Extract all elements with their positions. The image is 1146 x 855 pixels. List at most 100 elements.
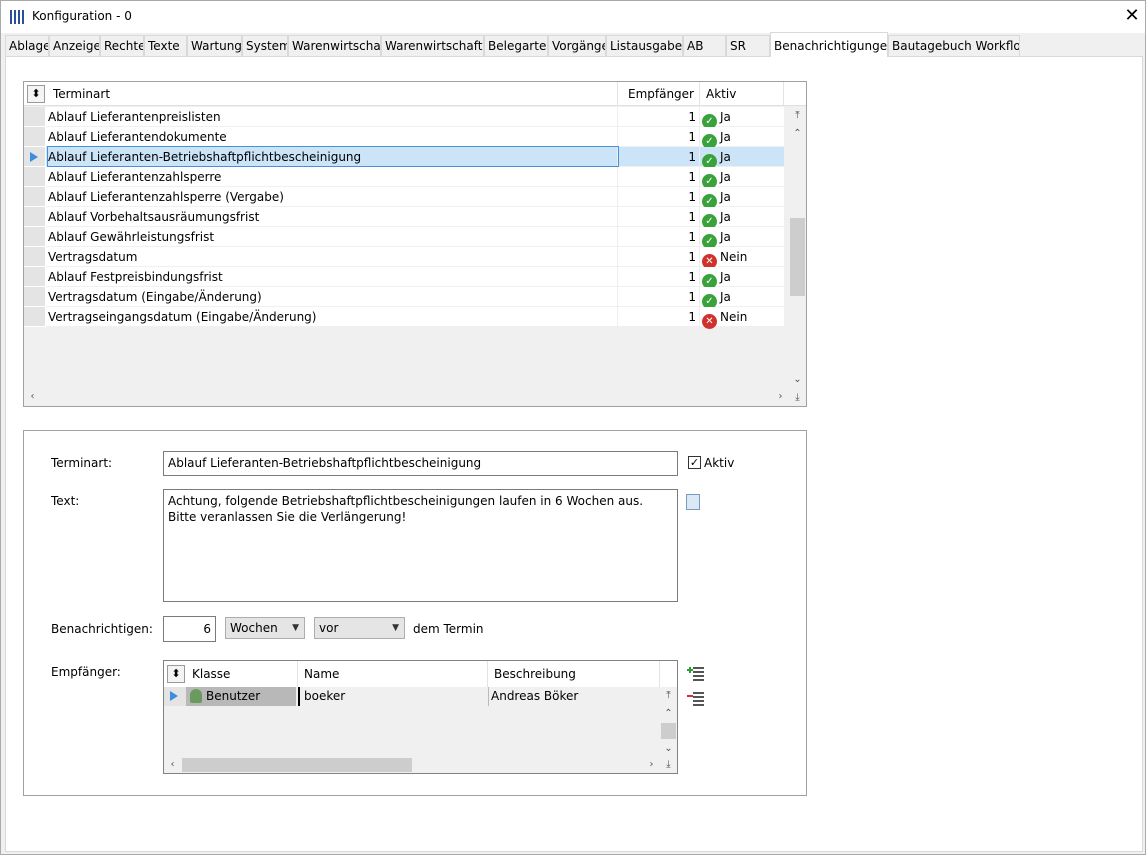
table-row[interactable]: Ablauf Lieferantenzahlsperre 1 ✓ Ja [24, 167, 784, 189]
col-beschreibung[interactable]: Beschreibung [488, 661, 660, 687]
row-name: Ablauf Lieferantenzahlsperre [46, 167, 618, 187]
row-name: Vertragseingangsdatum (Eingabe/Änderung) [46, 307, 618, 327]
tab-warenwirtschaft-2[interactable]: Warenwirtschaft 2 [381, 35, 484, 57]
col-klasse[interactable]: Klasse [186, 661, 298, 687]
row-selector[interactable] [24, 127, 46, 147]
tab-wartung[interactable]: Wartung [187, 35, 242, 57]
scroll-bottom-icon[interactable]: ⤓ [789, 390, 806, 406]
row-name: Ablauf Lieferantenpreislisten [46, 107, 618, 127]
table-row[interactable]: Ablauf Festpreisbindungsfrist 1 ✓ Ja [24, 267, 784, 289]
window-title: Konfiguration - 0 [32, 9, 132, 23]
text-label: Text: [51, 494, 80, 508]
terminart-input[interactable]: Ablauf Lieferanten-Betriebshaftpflichtbe… [163, 451, 678, 476]
tab-ablage[interactable]: Ablage [5, 35, 49, 57]
row-selector[interactable] [24, 107, 46, 127]
col-terminart[interactable]: Terminart [47, 82, 618, 106]
recipients-vertical-scrollbar[interactable]: ⤒ ⌃ ⌄ [660, 687, 677, 757]
table-row[interactable]: Ablauf Lieferantendokumente 1 ✓ Ja [24, 127, 784, 149]
scroll-thumb[interactable] [790, 218, 805, 296]
scroll-thumb[interactable] [661, 723, 676, 739]
row-active: ✓ Ja [700, 127, 784, 149]
tab-bautagebuch-workflows[interactable]: Bautagebuch Workflows [888, 35, 1020, 57]
row-class: Benutzer [186, 687, 296, 706]
tab-benachrichtigungen[interactable]: Benachrichtigungen [770, 32, 888, 57]
scroll-bottom-icon[interactable]: ⤓ [660, 757, 677, 773]
table-row-selected[interactable]: Ablauf Lieferanten-Betriebshaftpflichtbe… [24, 146, 784, 169]
table-row[interactable]: Ablauf Lieferantenpreislisten 1 ✓ Ja [24, 107, 784, 129]
notify-amount-input[interactable]: 6 [163, 616, 216, 642]
table-row[interactable]: Vertragseingangsdatum (Eingabe/Änderung)… [24, 307, 784, 329]
row-recipients: 1 [618, 267, 700, 287]
text-textarea[interactable]: Achtung, folgende Betriebshaftpflichtbes… [163, 489, 678, 602]
row-selector[interactable] [24, 187, 46, 207]
tab-anzeige[interactable]: Anzeige [49, 35, 100, 57]
row-active: ✕ Nein [700, 307, 784, 329]
scroll-right-icon[interactable]: › [772, 389, 789, 405]
scroll-up-icon[interactable]: ⌃ [789, 126, 806, 142]
notepad-icon[interactable] [686, 494, 700, 510]
table-row[interactable]: Ablauf Gewährleistungsfrist 1 ✓ Ja [24, 227, 784, 249]
current-row-arrow-icon [170, 691, 178, 701]
row-active: ✓ Ja [700, 267, 784, 289]
row-selector[interactable] [24, 167, 46, 187]
row-selector[interactable] [24, 307, 46, 327]
title-bar: Konfiguration - 0 ✕ [1, 1, 1145, 33]
notify-unit-select[interactable]: Wochen ▼ [225, 617, 305, 639]
recipients-grid-header: ⬍ Klasse Name Beschreibung [164, 661, 677, 687]
close-icon[interactable]: ✕ [1120, 4, 1144, 28]
row-selector[interactable] [24, 267, 46, 287]
tab-system[interactable]: System [242, 35, 288, 57]
row-selector[interactable] [24, 147, 46, 167]
scroll-left-icon[interactable]: ‹ [24, 389, 41, 405]
row-recipients: 1 [618, 167, 700, 187]
row-selector[interactable] [24, 247, 46, 267]
table-row[interactable]: Vertragsdatum (Eingabe/Änderung) 1 ✓ Ja [24, 287, 784, 309]
col-name[interactable]: Name [298, 661, 488, 687]
row-name: Ablauf Lieferantendokumente [46, 127, 618, 147]
add-recipient-icon[interactable] [687, 665, 705, 681]
table-row[interactable]: Ablauf Lieferantenzahlsperre (Vergabe) 1… [24, 187, 784, 209]
notify-direction-select[interactable]: vor ▼ [314, 617, 405, 639]
grid-horizontal-scrollbar[interactable]: ‹ › [24, 389, 789, 406]
tab-belegarten[interactable]: Belegarten [484, 35, 548, 57]
col-aktiv[interactable]: Aktiv [700, 82, 784, 106]
scroll-left-icon[interactable]: ‹ [164, 757, 181, 773]
scroll-top-icon[interactable]: ⤒ [660, 688, 677, 704]
row-recipients: 1 [618, 247, 700, 267]
aktiv-checkbox[interactable]: ✓ [688, 456, 701, 469]
row-name: Vertragsdatum (Eingabe/Änderung) [46, 287, 618, 307]
scroll-right-icon[interactable]: › [643, 757, 660, 773]
recipients-horizontal-scrollbar[interactable]: ‹ › ⤓ [164, 757, 677, 773]
row-active: ✓ Ja [700, 147, 784, 169]
tab-rechte[interactable]: Rechte [100, 35, 144, 57]
col-empfaenger[interactable]: Empfänger [618, 82, 700, 106]
tab-listausgaben[interactable]: Listausgaben [606, 35, 683, 57]
row-selector[interactable] [164, 687, 186, 706]
scroll-up-icon[interactable]: ⌃ [660, 706, 677, 722]
row-name: Ablauf Festpreisbindungsfrist [46, 267, 618, 287]
x-circle-icon: ✕ [702, 314, 717, 329]
row-selector[interactable] [24, 227, 46, 247]
row-selector[interactable] [24, 207, 46, 227]
scroll-thumb[interactable] [182, 758, 412, 772]
scroll-down-icon[interactable]: ⌄ [660, 741, 677, 757]
table-row[interactable]: Vertragsdatum 1 ✕ Nein [24, 247, 784, 269]
table-row[interactable]: Ablauf Vorbehaltsausräumungsfrist 1 ✓ Ja [24, 207, 784, 229]
tab-texte[interactable]: Texte [144, 35, 187, 57]
sort-icon[interactable]: ⬍ [167, 665, 185, 683]
row-recipients: 1 [618, 287, 700, 307]
scroll-down-icon[interactable]: ⌄ [789, 372, 806, 388]
scroll-top-icon[interactable]: ⤒ [789, 108, 806, 124]
remove-recipient-icon[interactable] [687, 690, 705, 706]
row-selector[interactable] [24, 287, 46, 307]
tab-ab[interactable]: AB [683, 35, 726, 57]
tab-warenwirtschaft[interactable]: Warenwirtschaft [288, 35, 381, 57]
row-recipients: 1 [618, 147, 700, 167]
grid-header: ⬍ Terminart Empfänger Aktiv [24, 82, 806, 106]
grid-vertical-scrollbar[interactable]: ⤒ ⌃ ⌄ ⤓ [789, 106, 806, 406]
row-recipients: 1 [618, 187, 700, 207]
table-row[interactable]: Benutzer boeker Andreas Böker [164, 687, 660, 706]
sort-icon[interactable]: ⬍ [27, 85, 45, 103]
tab-vorgaenge[interactable]: Vorgänge [548, 35, 606, 57]
tab-sr[interactable]: SR [726, 35, 770, 57]
